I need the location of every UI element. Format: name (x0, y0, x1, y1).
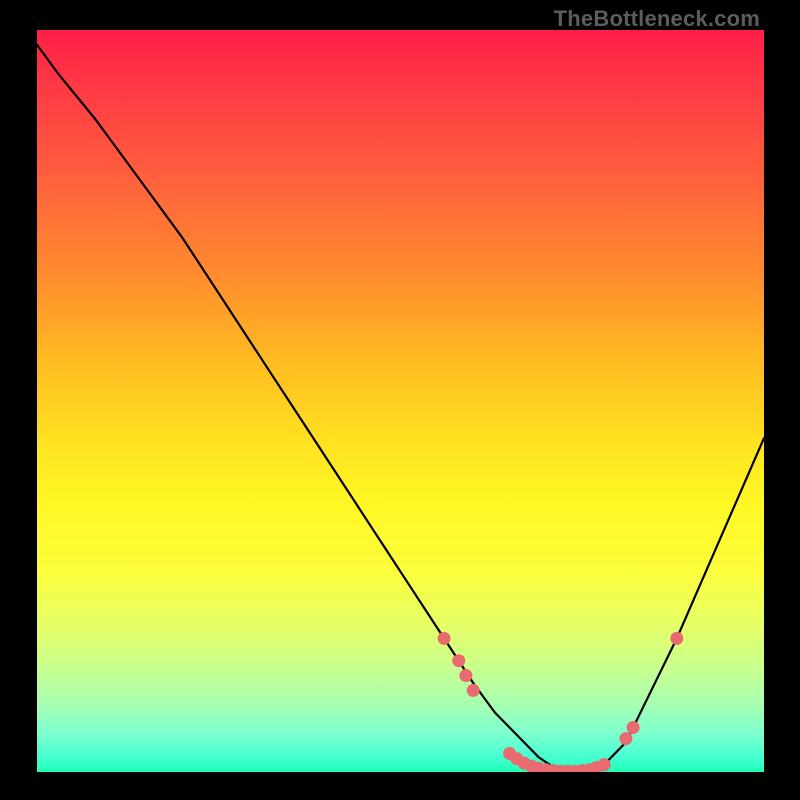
chart-frame (37, 30, 764, 772)
highlight-dot (598, 758, 611, 771)
chart-svg (37, 30, 764, 772)
highlight-dot (438, 632, 451, 645)
bottleneck-curve (37, 45, 764, 772)
highlight-dot (459, 669, 472, 682)
highlight-dot (452, 654, 465, 667)
highlight-dot (670, 632, 683, 645)
highlight-dot (619, 732, 632, 745)
watermark-text: TheBottleneck.com (554, 6, 760, 32)
highlight-dot (627, 721, 640, 734)
highlight-dot (467, 684, 480, 697)
plot-area (37, 30, 764, 772)
